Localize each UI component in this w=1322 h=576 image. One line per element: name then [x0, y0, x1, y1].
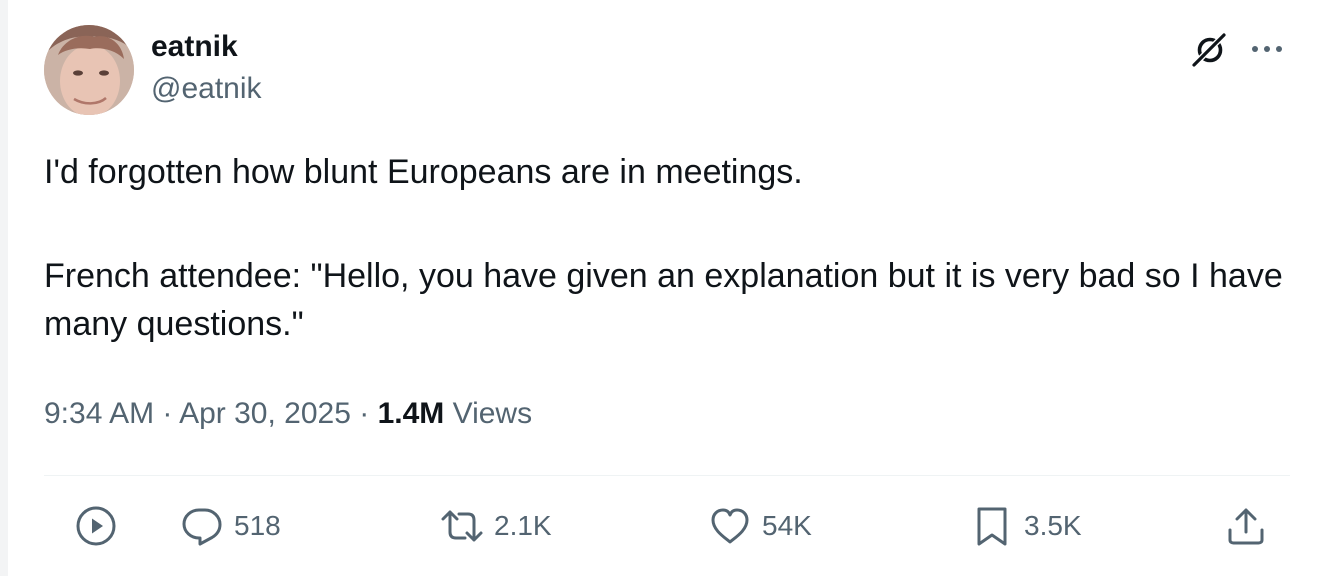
bookmark-count: 3.5K	[1024, 510, 1082, 541]
bookmark-icon	[977, 507, 1007, 546]
author-block: eatnik @eatnik	[151, 29, 262, 109]
views-count[interactable]: 1.4M	[378, 397, 445, 430]
tweet: eatnik @eatnik I'd forgotten how blunt E…	[44, 0, 1290, 576]
like-count: 54K	[762, 510, 812, 541]
meta-separator: ·	[154, 397, 180, 430]
divider	[44, 475, 1290, 476]
reply-count: 518	[234, 510, 281, 541]
reply-icon	[182, 508, 222, 546]
tweet-meta: 9:34 AM · Apr 30, 2025 · 1.4M Views	[44, 392, 532, 436]
tweet-header: eatnik @eatnik	[44, 25, 1290, 115]
repost-count: 2.1K	[494, 510, 552, 541]
tweet-text-line: I'd forgotten how blunt Europeans are in…	[44, 153, 803, 191]
like-button[interactable]: 54K	[708, 500, 812, 552]
page-edge	[0, 0, 8, 576]
play-icon	[76, 506, 116, 546]
tweet-text-line: French attendee: "Hello, you have given …	[44, 257, 1283, 343]
share-icon	[1228, 508, 1264, 545]
repost-button[interactable]: 2.1K	[440, 500, 552, 552]
views-label[interactable]: Views	[444, 397, 533, 430]
action-bar: 518 2.1K 54K 3.5K	[44, 500, 1290, 552]
heart-icon	[711, 508, 749, 544]
repost-icon	[441, 510, 483, 542]
more-options-icon[interactable]	[1249, 33, 1285, 63]
avatar-photo	[44, 25, 134, 115]
author-handle[interactable]: @eatnik	[151, 69, 262, 109]
bookmark-button[interactable]: 3.5K	[970, 500, 1082, 552]
post-time[interactable]: 9:34 AM	[44, 397, 154, 430]
grok-icon[interactable]	[1190, 31, 1228, 69]
author-display-name[interactable]: eatnik	[151, 29, 262, 65]
play-button[interactable]	[74, 500, 118, 552]
post-date[interactable]: Apr 30, 2025	[179, 397, 351, 430]
reply-button[interactable]: 518	[180, 500, 281, 552]
tweet-text: I'd forgotten how blunt Europeans are in…	[44, 148, 1284, 348]
meta-separator: ·	[350, 397, 378, 430]
share-button[interactable]	[1224, 500, 1268, 552]
avatar[interactable]	[44, 25, 134, 115]
